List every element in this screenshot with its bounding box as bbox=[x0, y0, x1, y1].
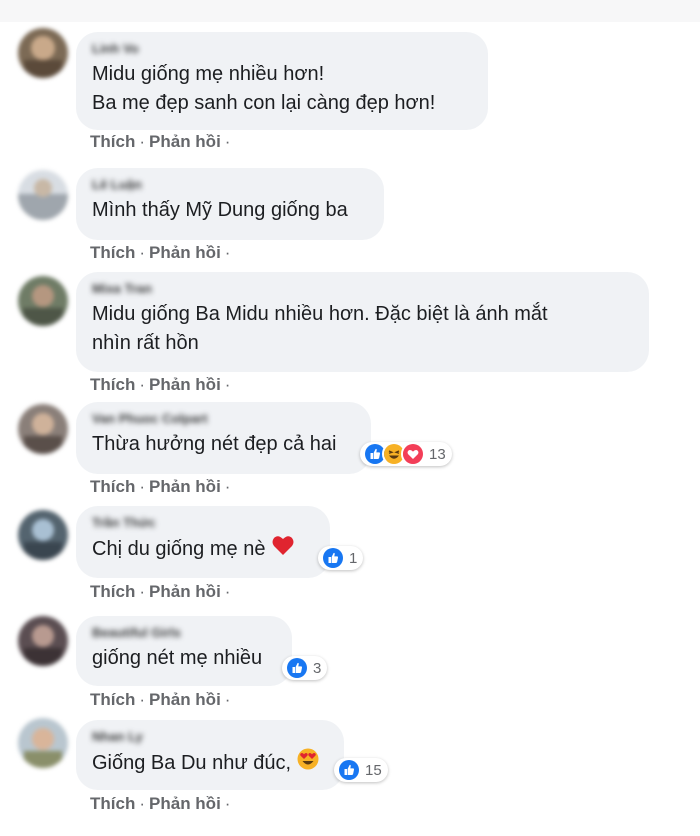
heart-eyes-icon bbox=[297, 748, 319, 779]
comment-author[interactable]: Beautiful Girls bbox=[92, 624, 274, 640]
like-link[interactable]: Thích bbox=[90, 690, 135, 709]
comment-text-line: Midu giống Ba Midu nhiều hơn. Đặc biệt l… bbox=[92, 303, 548, 325]
comment-actions: Thích · Phản hồi · bbox=[90, 582, 234, 602]
reaction-summary[interactable]: 13 bbox=[360, 442, 452, 466]
comment-text-line: Chị du giống mẹ nè bbox=[92, 534, 312, 565]
reaction-summary[interactable]: 3 bbox=[282, 656, 328, 680]
avatar[interactable] bbox=[18, 718, 68, 768]
separator: · bbox=[224, 132, 231, 151]
like-icon bbox=[285, 656, 309, 680]
separator: · bbox=[139, 132, 146, 151]
comment-text-line: nhìn rất hồn bbox=[92, 332, 199, 354]
like-link[interactable]: Thích bbox=[90, 477, 135, 496]
comment-text-line: giống nét mẹ nhiều bbox=[92, 647, 263, 669]
heart-icon bbox=[271, 534, 295, 565]
comment-actions: Thích · Phản hồi · bbox=[90, 477, 234, 497]
comment-text-line: Midu giống mẹ nhiều hơn! bbox=[92, 63, 325, 85]
avatar[interactable] bbox=[18, 510, 68, 560]
reply-link[interactable]: Phản hồi bbox=[149, 582, 221, 601]
reaction-summary[interactable]: 15 bbox=[334, 758, 388, 782]
comment-actions: Thích · Phản hồi · bbox=[90, 132, 234, 152]
reaction-count: 15 bbox=[365, 761, 382, 779]
comment-bubble: Van Phuoc Colpart Thừa hưởng nét đẹp cả … bbox=[76, 402, 371, 474]
comment-author[interactable]: Nhan Ly bbox=[92, 728, 326, 744]
avatar[interactable] bbox=[18, 404, 68, 454]
comment-actions: Thích · Phản hồi · bbox=[90, 243, 234, 263]
comment-text-line: Ba mẹ đẹp sanh con lại càng đẹp hơn! bbox=[92, 92, 436, 114]
like-link[interactable]: Thích bbox=[90, 132, 135, 151]
comment-bubble: Linh Vo Midu giống mẹ nhiều hơn! Ba mẹ đ… bbox=[76, 32, 488, 130]
comment-text-line: Thừa hưởng nét đẹp cả hai bbox=[92, 433, 337, 455]
like-link[interactable]: Thích bbox=[90, 582, 135, 601]
comment-bubble: Nhan Ly Giống Ba Du như đúc, bbox=[76, 720, 344, 790]
avatar[interactable] bbox=[18, 276, 68, 326]
like-link[interactable]: Thích bbox=[90, 375, 135, 394]
separator: · bbox=[224, 375, 231, 394]
separator: · bbox=[139, 794, 146, 813]
separator: · bbox=[139, 243, 146, 262]
like-link[interactable]: Thích bbox=[90, 243, 135, 262]
separator: · bbox=[139, 690, 146, 709]
separator: · bbox=[139, 477, 146, 496]
comment-author[interactable]: Trần Thức bbox=[92, 514, 312, 530]
comment-actions: Thích · Phản hồi · bbox=[90, 375, 234, 395]
comment-author[interactable]: Van Phuoc Colpart bbox=[92, 410, 353, 426]
comment-author[interactable]: Linh Vo bbox=[92, 40, 470, 56]
separator: · bbox=[139, 375, 146, 394]
comment-bubble: Beautiful Girls giống nét mẹ nhiều bbox=[76, 616, 292, 686]
like-icon bbox=[321, 546, 345, 570]
avatar[interactable] bbox=[18, 28, 68, 78]
comment-thread: Linh Vo Midu giống mẹ nhiều hơn! Ba mẹ đ… bbox=[0, 0, 700, 836]
comment-author[interactable]: Lê Luận bbox=[92, 176, 366, 192]
like-link[interactable]: Thích bbox=[90, 794, 135, 813]
avatar[interactable] bbox=[18, 616, 68, 666]
love-icon bbox=[401, 442, 425, 466]
comment-author[interactable]: Mixa Tran bbox=[92, 280, 631, 296]
reaction-count: 3 bbox=[313, 659, 322, 677]
separator: · bbox=[224, 243, 231, 262]
comment-text-line: Giống Ba Du như đúc, bbox=[92, 748, 326, 779]
separator: · bbox=[224, 477, 231, 496]
reply-link[interactable]: Phản hồi bbox=[149, 132, 221, 151]
reaction-count: 1 bbox=[349, 549, 358, 567]
separator: · bbox=[139, 582, 146, 601]
comment-bubble: Lê Luận Mình thấy Mỹ Dung giống ba bbox=[76, 168, 384, 240]
separator: · bbox=[224, 794, 231, 813]
reply-link[interactable]: Phản hồi bbox=[149, 690, 221, 709]
reaction-summary[interactable]: 1 bbox=[318, 546, 364, 570]
reply-link[interactable]: Phản hồi bbox=[149, 243, 221, 262]
comment-actions: Thích · Phản hồi · bbox=[90, 794, 234, 814]
reaction-count: 13 bbox=[429, 445, 446, 463]
comment-bubble: Mixa Tran Midu giống Ba Midu nhiều hơn. … bbox=[76, 272, 649, 372]
comment-bubble: Trần Thức Chị du giống mẹ nè bbox=[76, 506, 330, 578]
separator: · bbox=[224, 582, 231, 601]
reply-link[interactable]: Phản hồi bbox=[149, 375, 221, 394]
comment-actions: Thích · Phản hồi · bbox=[90, 690, 234, 710]
like-icon bbox=[337, 758, 361, 782]
comment-text-line: Mình thấy Mỹ Dung giống ba bbox=[92, 199, 348, 221]
avatar[interactable] bbox=[18, 170, 68, 220]
separator: · bbox=[224, 690, 231, 709]
reply-link[interactable]: Phản hồi bbox=[149, 477, 221, 496]
reply-link[interactable]: Phản hồi bbox=[149, 794, 221, 813]
